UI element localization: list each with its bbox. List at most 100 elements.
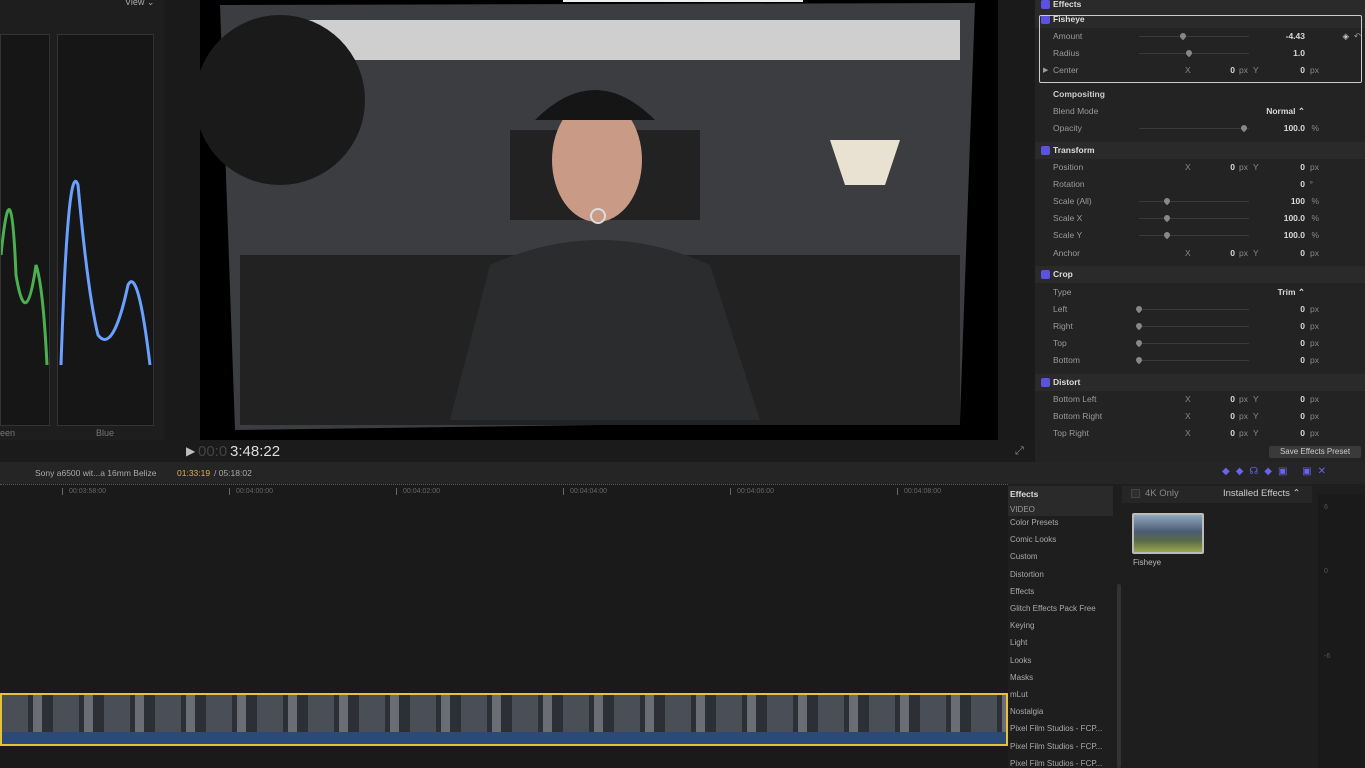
inspector-row: Transform <box>1035 142 1365 159</box>
audio-waveform <box>2 732 1006 744</box>
param-label: Bottom <box>1053 355 1080 365</box>
param-slider[interactable] <box>1134 355 1249 365</box>
x-value[interactable]: 0 <box>1230 408 1235 425</box>
param-slider[interactable] <box>1139 213 1249 223</box>
slider-knob[interactable] <box>1134 304 1144 314</box>
slider-knob[interactable] <box>1162 230 1171 240</box>
param-value[interactable]: 0 <box>1300 176 1305 193</box>
fullscreen-icon[interactable]: ⤢ <box>1015 445 1024 458</box>
inspector-row: Bottom Right X 0 Y 0 px px <box>1035 408 1365 425</box>
x-label: X <box>1185 248 1191 258</box>
param-value[interactable]: 0 <box>1300 335 1305 352</box>
effect-category[interactable]: Looks <box>1010 656 1031 665</box>
inspector-row: Position X 0 Y 0 px px <box>1035 159 1365 176</box>
y-value[interactable]: 0 <box>1300 391 1305 408</box>
effect-category[interactable]: Distortion <box>1010 570 1044 579</box>
param-value[interactable]: 0 <box>1300 301 1305 318</box>
effect-category[interactable]: Pixel Film Studios - FCP... <box>1010 742 1102 751</box>
effect-category[interactable]: Pixel Film Studios - FCP... <box>1010 724 1102 733</box>
inspector-row: Top Right X 0 Y 0 px px <box>1035 425 1365 442</box>
param-value[interactable]: 0 <box>1300 352 1305 369</box>
installed-effects-dropdown[interactable]: Installed Effects ⌃ <box>1223 488 1301 499</box>
effect-category[interactable]: Masks <box>1010 673 1033 682</box>
video-clip[interactable] <box>0 693 1008 746</box>
audio-meter: 6 0 -6 <box>1318 494 1363 768</box>
param-value[interactable]: 100.0 <box>1284 227 1305 244</box>
y-label: Y <box>1253 428 1259 438</box>
param-slider[interactable] <box>1139 123 1249 133</box>
inspector-row: Type Trim ⌃ <box>1035 284 1365 301</box>
inspector-row: Scale X 100.0% <box>1035 210 1365 227</box>
save-effects-preset-button[interactable]: Save Effects Preset <box>1269 446 1361 458</box>
slider-knob[interactable] <box>1162 213 1171 223</box>
y-value[interactable]: 0 <box>1300 245 1305 262</box>
unit-label: px <box>1239 411 1248 421</box>
slider-knob[interactable] <box>1134 321 1144 331</box>
effect-category[interactable]: Comic Looks <box>1010 535 1056 544</box>
param-label: Distort <box>1053 377 1081 387</box>
param-slider[interactable] <box>1134 304 1249 314</box>
fisheye-effect-thumbnail[interactable] <box>1132 513 1204 554</box>
effect-category[interactable]: Light <box>1010 638 1027 647</box>
effect-category[interactable]: Nostalgia <box>1010 707 1043 716</box>
unit-label: ° <box>1309 179 1313 189</box>
param-value[interactable]: Normal ⌃ <box>1266 103 1305 120</box>
y-value[interactable]: 0 <box>1300 425 1305 442</box>
y-value[interactable]: 0 <box>1300 408 1305 425</box>
effect-category[interactable]: Keying <box>1010 621 1034 630</box>
inspector-row: Scale (All) 100% <box>1035 193 1365 210</box>
unit-label: px <box>1239 162 1248 172</box>
inspector-row: Scale Y 100.0% <box>1035 227 1365 244</box>
scope-blue <box>57 34 154 426</box>
slider-knob[interactable] <box>1134 355 1144 365</box>
slider-knob[interactable] <box>1134 338 1144 348</box>
param-value[interactable]: 100 <box>1291 193 1305 210</box>
effect-category[interactable]: Effects <box>1010 587 1034 596</box>
param-value[interactable]: 100.0 <box>1284 120 1305 137</box>
param-value[interactable]: 100.0 <box>1284 210 1305 227</box>
param-label: Opacity <box>1053 123 1082 133</box>
4k-only-checkbox[interactable] <box>1131 489 1140 498</box>
param-slider[interactable] <box>1139 196 1249 206</box>
checkbox[interactable] <box>1041 378 1050 387</box>
video-scopes: View ⌄ een Blue <box>0 0 165 440</box>
x-value[interactable]: 0 <box>1230 159 1235 176</box>
fisheye-effect-label: Fisheye <box>1133 558 1162 567</box>
scope-green <box>0 34 50 426</box>
play-button[interactable]: ▶ <box>186 444 195 458</box>
param-label: Top Right <box>1053 428 1089 438</box>
param-label: Bottom Right <box>1053 411 1103 421</box>
effect-category[interactable]: Glitch Effects Pack Free <box>1010 604 1096 613</box>
param-value[interactable]: 0 <box>1300 318 1305 335</box>
category-scrollbar[interactable] <box>1117 584 1121 768</box>
param-label: Scale X <box>1053 213 1083 223</box>
playhead-position: 01:33:19 <box>177 468 211 478</box>
param-value[interactable]: Trim ⌃ <box>1278 284 1305 301</box>
param-slider[interactable] <box>1139 230 1249 240</box>
param-label: Blend Mode <box>1053 106 1099 116</box>
effect-category[interactable]: Pixel Film Studios - FCP... <box>1010 759 1102 768</box>
effect-category[interactable]: Color Presets <box>1010 518 1058 527</box>
effect-category[interactable]: Custom <box>1010 552 1038 561</box>
slider-knob[interactable] <box>1239 123 1248 133</box>
meter-tick: -6 <box>1324 653 1331 660</box>
timeline-toggle-icons[interactable]: ◆◆☊◆▣ ▣✕ <box>1222 466 1332 477</box>
timeline-ruler: 00:03:58:00 00:04:00:00 00:04:02:00 00:04:0… <box>0 484 1008 498</box>
checkbox[interactable] <box>1041 146 1050 155</box>
x-value[interactable]: 0 <box>1230 391 1235 408</box>
slider-knob[interactable] <box>1162 196 1171 206</box>
checkbox[interactable] <box>1041 0 1050 9</box>
unit-label: % <box>1311 123 1319 133</box>
section-video: VIDEO <box>1010 505 1035 514</box>
x-value[interactable]: 0 <box>1230 245 1235 262</box>
timeline[interactable]: 00:03:58:00 00:04:00:00 00:04:02:00 00:04:0… <box>0 484 1008 768</box>
video-frame[interactable] <box>200 0 998 440</box>
effect-category[interactable]: mLut <box>1010 690 1028 699</box>
view-menu[interactable]: View ⌄ <box>125 0 154 8</box>
y-value[interactable]: 0 <box>1300 159 1305 176</box>
param-slider[interactable] <box>1134 321 1249 331</box>
x-value[interactable]: 0 <box>1230 425 1235 442</box>
checkbox[interactable] <box>1041 270 1050 279</box>
unit-label: px <box>1310 338 1319 348</box>
param-slider[interactable] <box>1134 338 1249 348</box>
